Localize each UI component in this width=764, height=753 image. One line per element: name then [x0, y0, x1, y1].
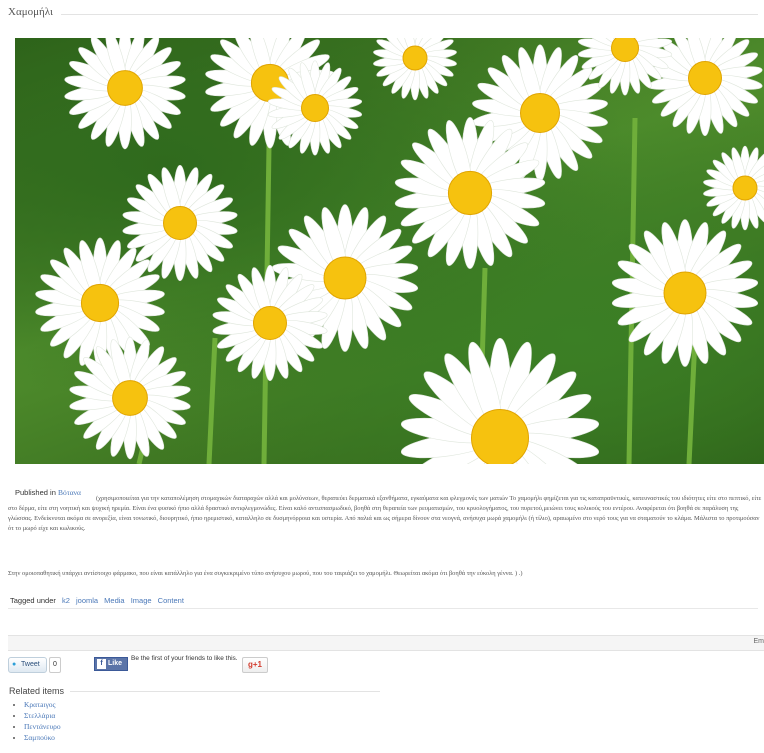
facebook-like-button[interactable]: f Like	[94, 657, 128, 671]
tag-link[interactable]: Image	[131, 596, 152, 605]
tweet-count: 0	[49, 657, 61, 673]
tags-label: Tagged under	[10, 596, 56, 605]
list-item: Σαμπούκο	[24, 732, 61, 743]
paragraph-1-text: (χρησιμοποιείται για την καταπολέμηση στ…	[8, 495, 762, 532]
article-title-row: Χαμομήλι	[8, 6, 758, 22]
page-title: Χαμομήλι	[8, 6, 61, 18]
list-item: Κρατaιγος	[24, 699, 61, 710]
article-paragraph-2: Στην ομοιοπαθητική υπάρχει αντίστοιχο φά…	[8, 570, 523, 577]
google-plus-button[interactable]: g+1	[242, 657, 268, 673]
stem	[206, 337, 218, 464]
tag-link[interactable]: k2	[62, 596, 70, 605]
tag-link[interactable]: joomla	[76, 596, 98, 605]
facebook-icon: f	[97, 659, 106, 669]
list-item: Πεντάνευρο	[24, 721, 61, 732]
article-image-daisies	[15, 38, 764, 464]
related-item-link[interactable]: Στελλάρια	[24, 711, 55, 720]
twitter-bird-icon: ●	[12, 661, 17, 668]
tweet-label: Tweet	[21, 661, 40, 668]
facebook-like-text: Be the first of your friends to like thi…	[131, 655, 238, 662]
email-link[interactable]: Em	[754, 638, 764, 645]
related-divider	[70, 691, 380, 692]
related-item-link[interactable]: Σαμπούκο	[24, 733, 55, 742]
tweet-button[interactable]: ● Tweet	[8, 657, 47, 673]
related-item-link[interactable]: Πεντάνευρο	[24, 722, 61, 731]
article-paragraph-1: (χρησιμοποιείται για την καταπολέμηση στ…	[8, 494, 764, 534]
list-item: Στελλάρια	[24, 710, 61, 721]
tag-link[interactable]: Media	[104, 596, 124, 605]
daisy-flower	[400, 337, 600, 464]
related-items-list: Κρατaιγος Στελλάρια Πεντάνευρο Σαμπούκο	[8, 699, 61, 743]
daisy-flower	[373, 38, 457, 101]
daisy-flower	[703, 145, 764, 231]
tags-row: Tagged under k2 joomla Media Image Conte…	[10, 596, 184, 605]
tags-divider	[8, 608, 758, 609]
tag-link[interactable]: Content	[158, 596, 184, 605]
daisy-photo-illustration	[35, 38, 764, 464]
article-toolbar: Em	[8, 635, 764, 651]
related-items-title: Related items	[9, 686, 65, 696]
title-divider	[8, 14, 758, 15]
related-item-link[interactable]: Κρατaιγος	[24, 700, 55, 709]
daisy-flower	[64, 38, 186, 150]
fb-like-label: Like	[108, 660, 123, 667]
